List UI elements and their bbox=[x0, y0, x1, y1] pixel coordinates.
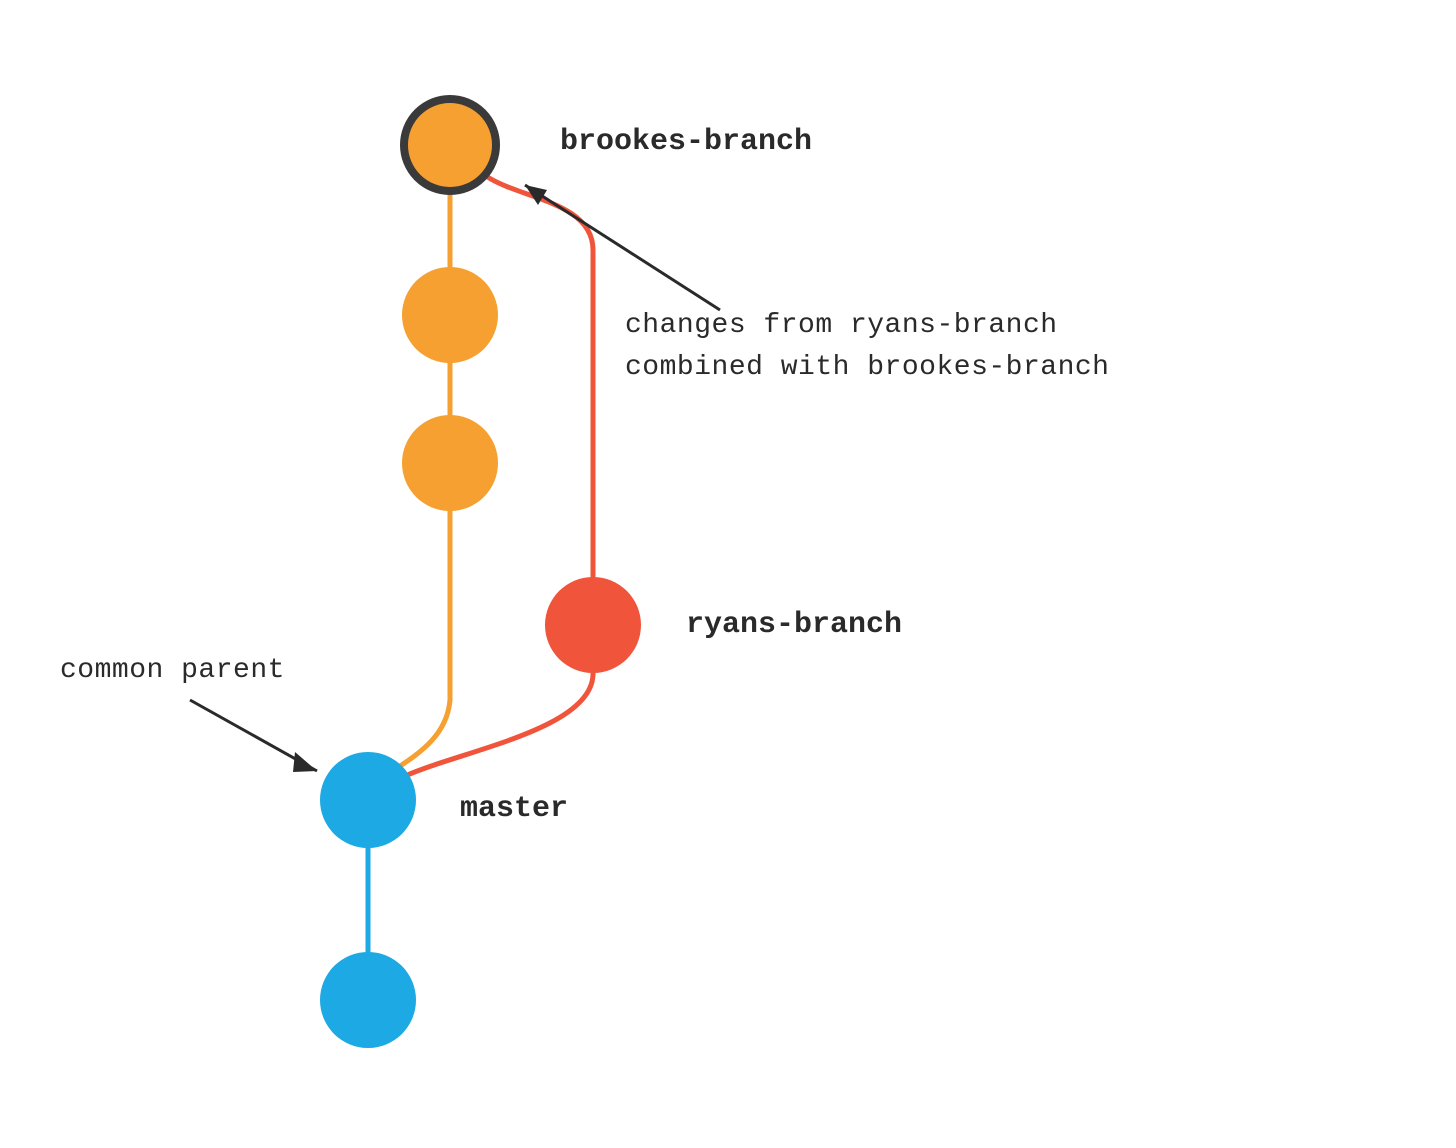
common-parent-annotation: common parent bbox=[60, 655, 285, 686]
merge-text-1a: changes from bbox=[625, 310, 850, 341]
merge-text-2b: brookes-branch bbox=[867, 352, 1109, 383]
merge-text-2a: combined with bbox=[625, 352, 867, 383]
brookes-branch-label: brookes-branch bbox=[560, 125, 812, 159]
ryans-branch-path-upper bbox=[470, 155, 593, 620]
master-label: master bbox=[460, 792, 568, 826]
master-commit-1 bbox=[320, 752, 416, 848]
merge-arrow-line bbox=[525, 185, 720, 310]
ryans-commit bbox=[545, 577, 641, 673]
brookes-merge-commit bbox=[404, 99, 496, 191]
parent-arrow-head bbox=[293, 752, 317, 772]
brookes-commit-2 bbox=[402, 267, 498, 363]
brookes-commit-1 bbox=[402, 415, 498, 511]
merge-annotation: changes from ryans-branch combined with … bbox=[625, 305, 1110, 389]
git-branch-diagram bbox=[0, 0, 1456, 1148]
master-commit-2 bbox=[320, 952, 416, 1048]
merge-text-1b: ryans-branch bbox=[850, 310, 1058, 341]
ryans-branch-label: ryans-branch bbox=[686, 608, 902, 642]
